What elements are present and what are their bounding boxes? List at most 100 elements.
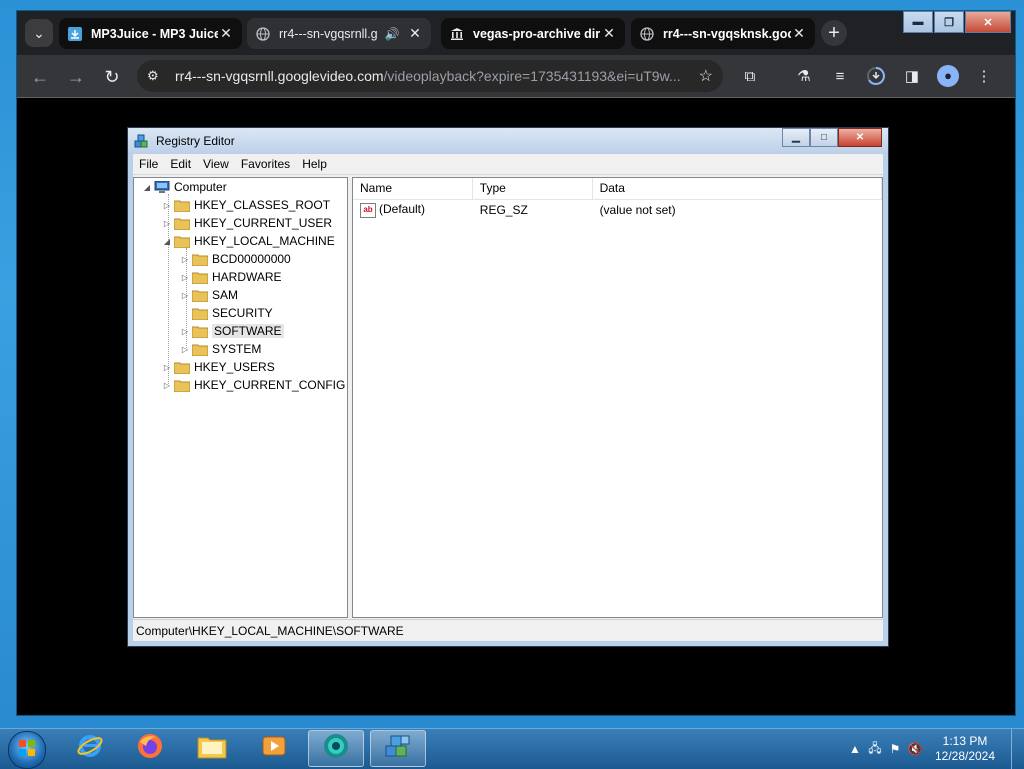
tree-node-software[interactable]: ▷ SOFTWARE (180, 322, 284, 340)
taskbar-registry-editor[interactable] (370, 730, 426, 767)
collapse-triangle-icon[interactable]: ◢ (142, 183, 152, 192)
tree-node-system[interactable]: ▷ SYSTEM (180, 340, 261, 358)
show-hidden-icons-arrow-icon[interactable]: ▲ (845, 742, 865, 756)
folder-icon (191, 325, 209, 338)
expand-triangle-icon[interactable]: ▷ (180, 273, 190, 282)
tab-videoplayback-active[interactable]: rr4---sn-vgqsrnll.g 🔊 ✕ (247, 18, 431, 49)
clock[interactable]: 1:13 PM 12/28/2024 (925, 734, 1005, 764)
tab-close-icon[interactable]: ✕ (601, 25, 617, 42)
folder-icon (191, 271, 209, 284)
tree-node-hardware[interactable]: ▷ HARDWARE (180, 268, 282, 286)
tab-close-icon[interactable]: ✕ (218, 25, 234, 42)
globe-icon (639, 26, 655, 42)
close-button[interactable]: ✕ (838, 128, 882, 147)
taskbar-chrome-active[interactable] (308, 730, 364, 767)
action-center-flag-icon[interactable]: ⚑ (885, 742, 905, 756)
extensions-puzzle-icon[interactable]: ⧉ (739, 66, 761, 88)
tab-vegas-pro-archive[interactable]: vegas-pro-archive dir ✕ (441, 18, 625, 49)
tree-node-label: SYSTEM (212, 342, 262, 356)
expand-triangle-icon[interactable]: ▷ (162, 219, 172, 228)
menu-favorites[interactable]: Favorites (235, 157, 296, 171)
column-header-name[interactable]: Name (353, 178, 473, 199)
show-desktop-button[interactable] (1011, 729, 1024, 769)
bookmark-star-icon[interactable]: ☆ (699, 66, 713, 86)
media-controls-icon[interactable]: ≡ (829, 66, 851, 88)
collapse-triangle-icon[interactable]: ◢ (162, 237, 172, 246)
regedit-titlebar[interactable]: Registry Editor ▁ □ ✕ (128, 128, 888, 154)
menu-edit[interactable]: Edit (164, 157, 197, 171)
expand-triangle-icon[interactable]: ▷ (180, 255, 190, 264)
tree-node-hkey-current-user[interactable]: ▷ HKEY_CURRENT_USER (162, 214, 332, 232)
tree-node-label: HARDWARE (212, 270, 282, 284)
taskbar-file-explorer[interactable] (184, 730, 240, 767)
regedit-cubes-icon (134, 133, 150, 149)
tree-node-label: BCD00000000 (212, 252, 291, 266)
archive-building-icon (449, 26, 465, 42)
clock-time: 1:13 PM (942, 734, 988, 748)
network-icon[interactable]: 🖧 (865, 739, 885, 760)
expand-triangle-icon[interactable]: ▷ (180, 345, 190, 354)
tree-node-bcd00000000[interactable]: ▷ BCD00000000 (180, 250, 291, 268)
minimize-button[interactable]: ▬ (903, 11, 933, 33)
folder-icon (173, 217, 191, 230)
menu-help[interactable]: Help (296, 157, 333, 171)
side-panel-icon[interactable]: ◨ (901, 66, 923, 88)
start-button[interactable] (8, 731, 46, 769)
maximize-button[interactable]: □ (810, 128, 838, 147)
expand-triangle-icon[interactable]: ▷ (180, 291, 190, 300)
folder-icon (191, 253, 209, 266)
system-tray: ▲ 🖧 ⚑ 🔇 1:13 PM 12/28/2024 (845, 729, 1024, 769)
value-name-cell: ab (Default) (353, 202, 473, 218)
tab-title: vegas-pro-archive dir (473, 26, 601, 41)
tree-node-hkey-classes-root[interactable]: ▷ HKEY_CLASSES_ROOT (162, 196, 330, 214)
download-progress-icon[interactable] (865, 66, 887, 88)
firefox-icon (136, 732, 164, 765)
tree-node-computer[interactable]: ◢ Computer (142, 178, 227, 196)
labs-flask-icon[interactable]: ⚗ (793, 66, 815, 88)
status-bar-path: Computer\HKEY_LOCAL_MACHINE\SOFTWARE (133, 619, 883, 641)
new-tab-button[interactable]: + (821, 20, 847, 46)
speaker-icon[interactable]: 🔊 (383, 27, 401, 41)
tree-node-security[interactable]: SECURITY (180, 304, 273, 322)
tree-node-hkey-local-machine[interactable]: ◢ HKEY_LOCAL_MACHINE (162, 232, 335, 250)
tree-node-label: HKEY_CURRENT_USER (194, 216, 333, 230)
tree-node-sam[interactable]: ▷ SAM (180, 286, 238, 304)
reload-icon[interactable]: ↻ (101, 66, 123, 88)
tab-close-icon[interactable]: ✕ (407, 25, 423, 42)
tab-search-button[interactable]: ⌄ (25, 19, 53, 47)
forward-arrow-icon[interactable]: → (65, 66, 87, 88)
tab-mp3juice[interactable]: MP3Juice - MP3 Juice ✕ (59, 18, 242, 49)
back-arrow-icon[interactable]: ← (29, 66, 51, 88)
regedit-window-controls: ▁ □ ✕ (782, 128, 882, 147)
profile-avatar-icon[interactable]: ● (937, 65, 959, 87)
minimize-button[interactable]: ▁ (782, 128, 810, 147)
column-header-type[interactable]: Type (473, 178, 593, 199)
expand-triangle-icon[interactable]: ▷ (180, 327, 190, 336)
expand-triangle-icon[interactable]: ▷ (162, 201, 172, 210)
folder-icon (173, 199, 191, 212)
windows-logo-icon (18, 739, 36, 762)
address-bar[interactable]: ⚙ rr4---sn-vgqsrnll.googlevideo.com /vid… (137, 60, 723, 92)
volume-muted-icon[interactable]: 🔇 (905, 742, 925, 756)
expand-triangle-icon[interactable]: ▷ (162, 363, 172, 372)
menu-view[interactable]: View (197, 157, 235, 171)
maximize-button[interactable]: ❐ (934, 11, 964, 33)
taskbar-firefox[interactable] (122, 730, 178, 767)
tree-node-hkey-users[interactable]: ▷ HKEY_USERS (162, 358, 275, 376)
taskbar-media-player[interactable] (246, 730, 302, 767)
tab-close-icon[interactable]: ✕ (791, 25, 807, 42)
string-value-ab-icon: ab (360, 202, 376, 218)
tab-videoplayback-2[interactable]: rr4---sn-vgqsknsk.goo ✕ (631, 18, 815, 49)
values-list-pane[interactable]: Name Type Data ab (Default) REG_SZ (value… (352, 177, 883, 618)
close-button[interactable]: ✕ (965, 11, 1011, 33)
menu-kebab-icon[interactable]: ⋮ (973, 66, 995, 88)
column-header-data[interactable]: Data (593, 178, 882, 199)
site-settings-icon[interactable]: ⚙ (147, 68, 167, 84)
value-row[interactable]: ab (Default) REG_SZ (value not set) (353, 200, 882, 220)
menu-file[interactable]: File (133, 157, 164, 171)
expand-triangle-icon[interactable]: ▷ (162, 381, 172, 390)
tree-node-hkey-current-config[interactable]: ▷ HKEY_CURRENT_CONFIG (162, 376, 345, 394)
key-tree-pane[interactable]: ◢ Computer ▷ HKEY_CLASSES_ROOT ▷ HKEY_CU… (133, 177, 348, 618)
taskbar-internet-explorer[interactable] (62, 730, 118, 767)
regedit-menubar: File Edit View Favorites Help (133, 154, 883, 175)
